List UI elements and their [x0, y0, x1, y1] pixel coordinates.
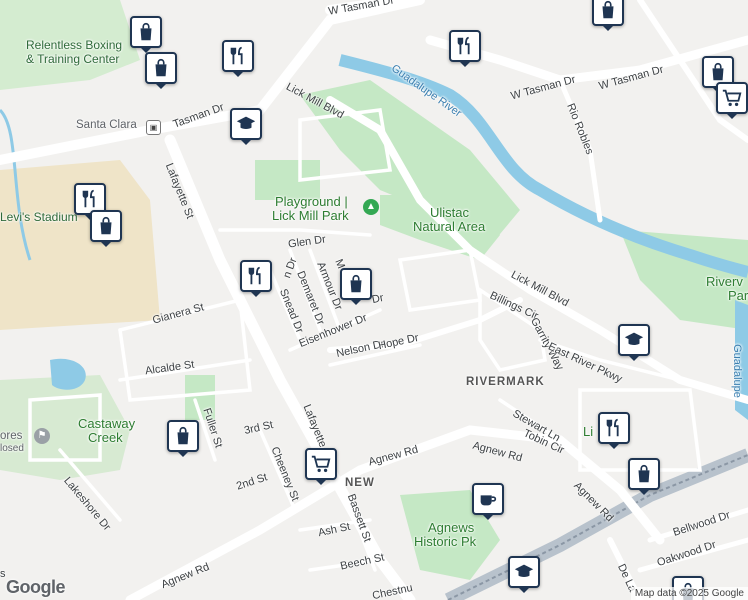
place-label-ulistac-line2: Natural Area: [413, 219, 486, 234]
shopping-bag-icon[interactable]: [628, 458, 660, 495]
transit-station-icon: ▣: [146, 120, 161, 135]
street-loop-c: [397, 248, 483, 312]
restaurant-icon[interactable]: [598, 412, 630, 449]
restaurant-icon[interactable]: [449, 30, 481, 67]
place-label-relentless-line2: & Training Center: [26, 52, 120, 66]
road-label-s-dr: s: [0, 568, 6, 580]
road-label-dr-short: Dr: [370, 291, 385, 307]
shopping-bag-icon[interactable]: [90, 210, 122, 247]
place-label-rivermark: RIVERMARK: [466, 376, 545, 388]
place-label-ulistac-line1: Ulistac: [430, 205, 470, 220]
graduation-cap-icon[interactable]: [230, 108, 262, 145]
restaurant-icon[interactable]: [222, 40, 254, 77]
shopping-bag-icon[interactable]: [167, 420, 199, 457]
place-label-new: NEW: [345, 477, 375, 489]
place-label-agnews-line2: Historic Pk: [414, 534, 477, 549]
graduation-cap-icon[interactable]: [508, 556, 540, 593]
road-label-guadalupe-right: Guadalupe: [730, 344, 743, 398]
map-canvas[interactable]: W Tasman Dr Relentless Boxing & Training…: [0, 0, 748, 600]
google-logo: Google: [6, 577, 66, 597]
closed-place-icon: ⚑: [34, 428, 50, 444]
place-label-santa-clara: Santa Clara: [76, 119, 137, 131]
place-label-li: Li: [583, 424, 594, 439]
place-label-castaway-line1: Castaway: [78, 416, 136, 431]
place-label-closed: losed: [0, 443, 24, 454]
street-glen: [218, 228, 372, 237]
map-attribution[interactable]: Map data ©2025 Google: [630, 587, 748, 600]
place-label-river-park-line1: Riverv: [706, 274, 743, 289]
place-label-levis-stadium: Levi's Stadium: [0, 210, 78, 224]
shopping-cart-icon[interactable]: [716, 82, 748, 119]
place-label-stores: ores: [0, 430, 23, 442]
graduation-cap-icon[interactable]: [618, 324, 650, 361]
place-label-playground-line2: Lick Mill Park: [272, 208, 349, 223]
lake-castaway: [50, 358, 86, 390]
shopping-cart-icon[interactable]: [305, 448, 337, 485]
place-label-castaway-line2: Creek: [88, 430, 123, 445]
shopping-bag-icon[interactable]: [145, 52, 177, 89]
place-label-playground-line1: Playground |: [275, 194, 348, 209]
park-tree-icon: ▲: [363, 199, 379, 215]
shopping-bag-icon[interactable]: [592, 0, 624, 31]
shopping-bag-icon[interactable]: [130, 16, 162, 53]
place-label-agnews-line1: Agnews: [428, 520, 475, 535]
place-label-river-park-line2: Park: [728, 288, 748, 303]
coffee-cup-icon[interactable]: [472, 483, 504, 520]
place-label-relentless-line1: Relentless Boxing: [26, 38, 123, 52]
restaurant-icon[interactable]: [240, 260, 272, 297]
shopping-bag-icon[interactable]: [340, 268, 372, 305]
